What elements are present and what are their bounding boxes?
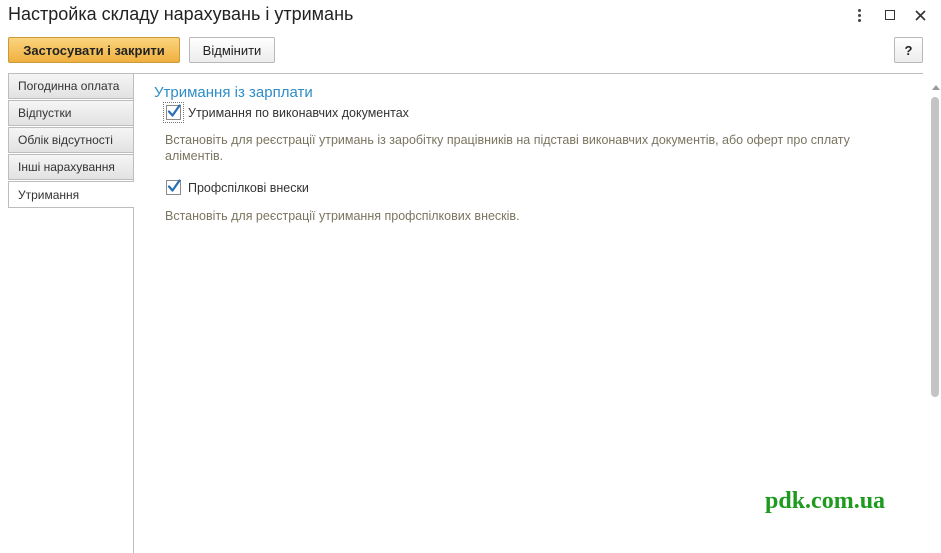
settings-panel: Утримання із зарплати Утримання по викон…: [133, 73, 923, 553]
executive-documents-label: Утримання по виконавчих документах: [188, 105, 409, 120]
scroll-up-icon[interactable]: [932, 85, 940, 90]
tab-vacations[interactable]: Відпустки: [8, 100, 134, 126]
maximize-button[interactable]: [879, 4, 901, 26]
section-title: Утримання із зарплати: [154, 84, 313, 101]
maximize-icon: [885, 10, 895, 20]
tab-deductions[interactable]: Утримання: [8, 181, 134, 208]
checkmark-icon: [167, 104, 181, 117]
close-button[interactable]: [909, 4, 931, 26]
tab-list: Погодинна оплата Відпустки Облік відсутн…: [8, 73, 134, 209]
executive-documents-checkbox[interactable]: [163, 102, 184, 123]
apply-and-close-button[interactable]: Застосувати і закрити: [8, 37, 180, 63]
checkmark-icon: [167, 179, 181, 192]
scroll-thumb[interactable]: [931, 97, 939, 397]
executive-documents-hint: Встановіть для реєстрації утримань із за…: [165, 133, 850, 163]
help-button[interactable]: ?: [894, 37, 923, 63]
watermark-text: pdk.com.ua: [765, 488, 886, 514]
tab-hourly-pay[interactable]: Погодинна оплата: [8, 73, 134, 99]
window-title: Настройка складу нарахувань і утримань: [8, 4, 354, 24]
tab-absence-accounting[interactable]: Облік відсутності: [8, 127, 134, 153]
tab-other-accruals[interactable]: Інші нарахування: [8, 154, 134, 180]
option-union-fees[interactable]: Профспілкові внески: [166, 179, 309, 195]
more-actions-button[interactable]: [848, 4, 870, 26]
union-fees-checkbox[interactable]: [166, 179, 181, 195]
union-fees-label: Профспілкові внески: [188, 180, 309, 195]
more-vertical-icon: [857, 8, 861, 22]
union-fees-hint: Встановіть для реєстрації утримання проф…: [165, 209, 520, 223]
vertical-scrollbar[interactable]: [930, 85, 941, 553]
cancel-button[interactable]: Відмінити: [189, 37, 275, 63]
option-executive-documents[interactable]: Утримання по виконавчих документах: [163, 102, 409, 123]
close-icon: [914, 9, 926, 21]
